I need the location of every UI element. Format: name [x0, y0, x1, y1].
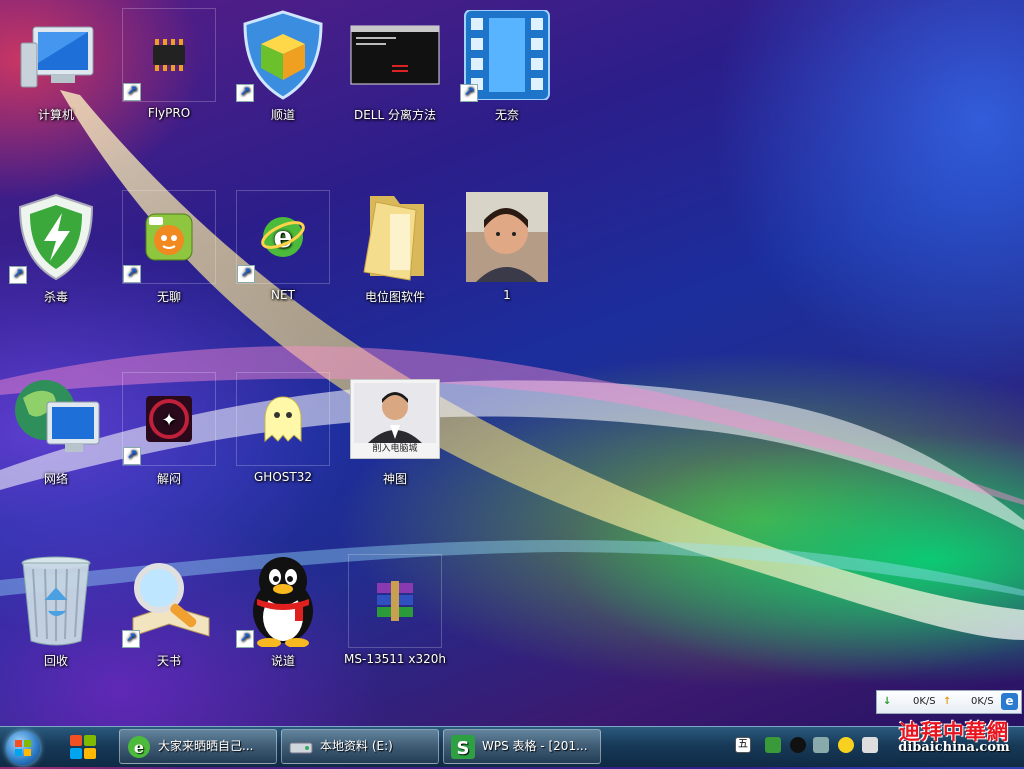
icon-label: 计算机	[37, 108, 74, 122]
taskbar-item-browser[interactable]: e 大家来晒晒自己...	[119, 729, 277, 764]
terminal-screenshot-icon	[348, 8, 442, 102]
icon-label: 天书	[156, 654, 181, 668]
task-label: 大家来晒晒自己...	[158, 739, 254, 753]
watermark: 迪拜中華網 dibaichina.com	[888, 716, 1020, 755]
icon-label: 解闷	[156, 472, 181, 486]
shortcut-arrow-icon: ↗	[237, 265, 255, 283]
windows-logo-icon	[15, 740, 31, 756]
film-icon: ↗	[460, 8, 554, 102]
icon-label: 电位图软件	[364, 290, 425, 304]
photo-caption: 削入电脑城	[372, 444, 418, 454]
desktop-icon-flypro[interactable]: ↗ FlyPRO	[114, 8, 224, 120]
xingyun-icon: ✦ ↗	[122, 372, 216, 466]
svg-text:S: S	[457, 738, 470, 759]
network-status-icon[interactable]	[813, 737, 829, 753]
icon-label: 说道	[270, 654, 295, 668]
recycle-bin-icon	[9, 554, 103, 648]
folder-icon	[348, 190, 442, 284]
taskbar: e 大家来晒晒自己... 本地资料 (E:) S WPS 表格 - [201..…	[0, 726, 1024, 767]
net-speed-widget[interactable]: ↓ 0K/S ↑ 0K/S e	[876, 690, 1022, 714]
desktop-icon-shuodao[interactable]: ↗ 说道	[228, 554, 338, 669]
desktop-icon-wunai[interactable]: ↗ 无奈	[452, 8, 562, 123]
icon-label: DELL 分离方法	[353, 108, 436, 122]
shortcut-arrow-icon: ↗	[123, 265, 141, 283]
desktop-icon-folder[interactable]: 电位图软件	[340, 190, 450, 305]
photo-person-icon: 削入电脑城	[348, 372, 442, 466]
icon-label: 网络	[43, 472, 68, 486]
icon-label: GHOST32	[254, 470, 312, 484]
svg-text:e: e	[134, 738, 144, 757]
photo-child-icon	[460, 190, 554, 284]
antivirus-shield-icon: ↗	[9, 190, 103, 284]
shortcut-arrow-icon: ↗	[122, 630, 140, 648]
desktop-icon-wuliao[interactable]: ↗ 无聊	[114, 190, 224, 305]
icon-label: 杀毒	[43, 290, 68, 304]
desktop-icon-shentu[interactable]: 削入电脑城 神图	[340, 372, 450, 487]
task-label: WPS 表格 - [201...	[482, 739, 588, 753]
ime-indicator[interactable]: 五	[735, 737, 751, 753]
download-speed: 0K/S	[913, 696, 936, 707]
icon-label: 无奈	[494, 108, 519, 122]
quicklaunch-icon[interactable]	[68, 733, 98, 761]
shortcut-arrow-icon: ↗	[236, 630, 254, 648]
desktop-icon-recycle[interactable]: 回收	[1, 554, 111, 669]
pps-player-icon: ↗	[122, 190, 216, 284]
shortcut-arrow-icon: ↗	[9, 266, 27, 284]
icon-label: FlyPRO	[147, 106, 191, 120]
drive-icon	[289, 742, 313, 754]
icon-label: 顺道	[270, 108, 295, 122]
ghost-icon	[236, 372, 330, 466]
windows-flag-icon	[70, 735, 96, 759]
winrar-icon	[348, 554, 442, 648]
upload-speed: 0K/S	[971, 696, 994, 707]
ie-browser-icon: e ↗	[236, 190, 330, 284]
network-globe-icon	[9, 372, 103, 466]
desktop-icon-dell[interactable]: DELL 分离方法	[340, 8, 450, 123]
shield-cube-icon: ↗	[236, 8, 330, 102]
shortcut-arrow-icon: ↗	[123, 447, 141, 465]
ie-browser-icon: e	[128, 736, 150, 758]
taskbar-item-explorer[interactable]: 本地资料 (E:)	[281, 729, 439, 764]
desktop-icon-tianshu[interactable]: ↗ 天书	[114, 554, 224, 669]
taskbar-item-wps[interactable]: S WPS 表格 - [201...	[443, 729, 601, 764]
qq-penguin-icon[interactable]	[790, 737, 806, 753]
icon-label: 无聊	[156, 290, 181, 304]
desktop-icon-antivirus[interactable]: ↗ 杀毒	[1, 190, 111, 305]
download-arrow-icon: ↓	[883, 696, 892, 707]
desktop-icon-ghost32[interactable]: GHOST32	[228, 372, 338, 484]
qq-penguin-icon: ↗	[236, 554, 330, 648]
watermark-en: dibaichina.com	[898, 740, 1010, 755]
computer-icon	[9, 8, 103, 102]
desktop-icon-network[interactable]: 网络	[1, 372, 111, 487]
desktop-icon-winrar[interactable]: MS-13511 x320h	[340, 554, 450, 666]
shortcut-arrow-icon: ↗	[123, 83, 141, 101]
upload-arrow-icon: ↑	[943, 696, 952, 707]
wps-spreadsheet-icon: S	[451, 735, 475, 759]
icon-label: 回收	[43, 654, 68, 668]
ie-browser-icon[interactable]: e	[1001, 693, 1018, 710]
svg-text:✦: ✦	[161, 410, 176, 431]
desktop-icon-net[interactable]: e ↗ NET	[228, 190, 338, 302]
antivirus-shield-icon[interactable]	[765, 737, 781, 753]
desktop-icon-jiemen[interactable]: ✦ ↗ 解闷	[114, 372, 224, 487]
icon-label: 神图	[382, 472, 407, 486]
start-button[interactable]	[6, 731, 40, 765]
magnifier-book-icon: ↗	[122, 554, 216, 648]
icon-label: NET	[271, 288, 295, 302]
shortcut-arrow-icon: ↗	[236, 84, 254, 102]
chip-icon: ↗	[122, 8, 216, 102]
desktop-icon-shundao[interactable]: ↗ 顺道	[228, 8, 338, 123]
usb-device-icon[interactable]	[862, 737, 878, 753]
shortcut-arrow-icon: ↗	[460, 84, 478, 102]
desktop-icon-photo-1[interactable]: 1	[452, 190, 562, 302]
desktop-icon-computer[interactable]: 计算机	[1, 8, 111, 123]
icon-label: 1	[503, 288, 511, 302]
plus-icon[interactable]	[838, 737, 854, 753]
icon-label: MS-13511 x320h	[344, 652, 446, 666]
task-label: 本地资料 (E:)	[320, 739, 393, 753]
